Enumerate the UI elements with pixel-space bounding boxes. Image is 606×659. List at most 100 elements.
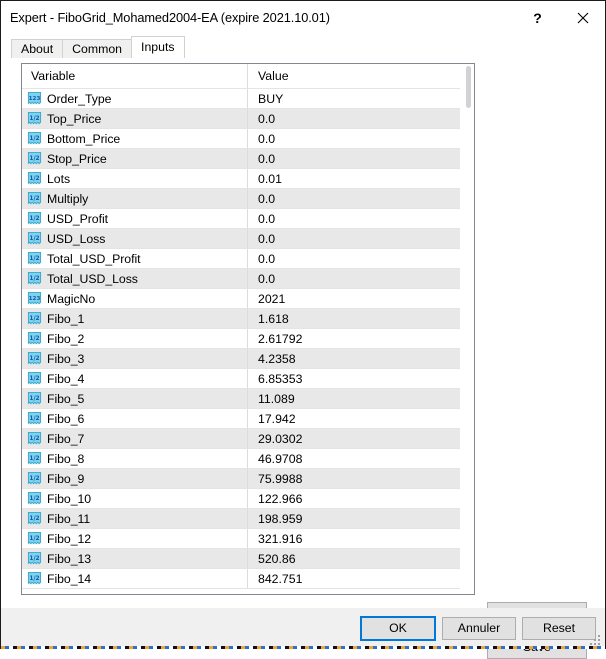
value-cell[interactable]: 198.959 <box>247 509 462 528</box>
value-text: 46.9708 <box>258 452 302 466</box>
variable-cell: 1/2Stop_Price <box>22 149 247 168</box>
svg-text:1/2: 1/2 <box>29 256 39 262</box>
value-cell[interactable]: 0.0 <box>247 129 462 148</box>
table-row[interactable]: 1/2 Multiply 0.0 <box>22 189 462 209</box>
scrollbar-thumb[interactable] <box>466 66 471 108</box>
table-row[interactable]: 1/2Fibo_12321.916 <box>22 529 462 549</box>
svg-text:1/2: 1/2 <box>29 536 39 542</box>
tab-strip: About Common Inputs <box>1 34 605 58</box>
table-row[interactable]: 1/2Fibo_11198.959 <box>22 509 462 529</box>
integer-type-icon: 123 <box>27 291 42 306</box>
table-row[interactable]: 1/2Fibo_846.9708 <box>22 449 462 469</box>
grip-dot <box>594 643 596 645</box>
table-row[interactable]: 123MagicNo2021 <box>22 289 462 309</box>
value-cell[interactable]: 2021 <box>247 289 462 308</box>
variable-cell: 1/2Fibo_2 <box>22 329 247 348</box>
table-vertical-scrollbar[interactable] <box>460 64 474 594</box>
table-row[interactable]: 1/2Fibo_22.61792 <box>22 329 462 349</box>
tab-common[interactable]: Common <box>62 39 132 58</box>
table-row[interactable]: 1/2Fibo_13520.86 <box>22 549 462 569</box>
value-cell[interactable]: 0.0 <box>247 269 462 288</box>
value-cell[interactable]: 11.089 <box>247 389 462 408</box>
value-cell[interactable]: 46.9708 <box>247 449 462 468</box>
cancel-button[interactable]: Annuler <box>442 617 516 640</box>
help-icon[interactable]: ? <box>515 1 560 34</box>
tab-about[interactable]: About <box>11 39 63 58</box>
table-row[interactable]: 1/2Total_USD_Loss0.0 <box>22 269 462 289</box>
value-cell[interactable]: 6.85353 <box>247 369 462 388</box>
reset-button[interactable]: Reset <box>522 617 596 640</box>
table-row[interactable]: 1/2Lots 0.01 <box>22 169 462 189</box>
svg-text:1/2: 1/2 <box>29 396 39 402</box>
value-cell[interactable]: 1.618 <box>247 309 462 328</box>
table-row[interactable]: 1/2Fibo_511.089 <box>22 389 462 409</box>
table-row[interactable]: 1/2Fibo_14842.751 <box>22 569 462 589</box>
caption-buttons: ? <box>515 1 605 34</box>
table-row[interactable]: 1/2Top_Price0.0 <box>22 109 462 129</box>
double-type-icon: 1/2 <box>27 431 42 446</box>
table-row[interactable]: 1/2Total_USD_Profit0.0 <box>22 249 462 269</box>
variable-name: Fibo_14 <box>47 572 91 586</box>
table-row[interactable]: 1/2Fibo_46.85353 <box>22 369 462 389</box>
table-row[interactable]: 1/2USD_Profit0.0 <box>22 209 462 229</box>
value-cell[interactable]: 0.0 <box>247 149 462 168</box>
value-cell[interactable]: 0.0 <box>247 109 462 128</box>
value-text: 29.0302 <box>258 432 302 446</box>
value-cell[interactable]: 0.0 <box>247 229 462 248</box>
value-cell[interactable]: 4.2358 <box>247 349 462 368</box>
table-row[interactable]: 1/2 Fibo_1 1.618 <box>22 309 462 329</box>
table-row[interactable]: 1/2Fibo_975.9988 <box>22 469 462 489</box>
double-type-icon: 1/2 <box>27 191 42 206</box>
value-text: 4.2358 <box>258 352 296 366</box>
table-row[interactable]: 1/2Fibo_729.0302 <box>22 429 462 449</box>
value-text: 0.0 <box>258 192 275 206</box>
table-row[interactable]: 1/2Fibo_617.942 <box>22 409 462 429</box>
double-type-icon: 1/2 <box>27 451 42 466</box>
value-text: 0.0 <box>258 232 275 246</box>
svg-text:1/2: 1/2 <box>29 456 39 462</box>
value-cell[interactable]: 17.942 <box>247 409 462 428</box>
table-header-row: Variable Value <box>22 64 462 89</box>
table-row[interactable]: 1/2Fibo_34.2358 <box>22 349 462 369</box>
variable-cell: 1/2USD_Profit <box>22 209 247 228</box>
variable-name: USD_Loss <box>47 232 105 246</box>
double-type-icon: 1/2 <box>27 351 42 366</box>
grip-dot <box>594 639 596 641</box>
variable-name: Fibo_1 <box>47 312 84 326</box>
variable-cell: 1/2Fibo_13 <box>22 549 247 568</box>
value-cell[interactable]: 0.0 <box>247 189 462 208</box>
variable-cell: 1/2Lots <box>22 169 247 188</box>
table-row[interactable]: 1/2USD_Loss0.0 <box>22 229 462 249</box>
value-cell[interactable]: 75.9988 <box>247 469 462 488</box>
variable-cell: 1/2 Fibo_1 <box>22 309 247 328</box>
value-cell[interactable]: 321.916 <box>247 529 462 548</box>
variable-cell: 1/2Fibo_9 <box>22 469 247 488</box>
table-row[interactable]: 123Order_TypeBUY <box>22 89 462 109</box>
table-row[interactable]: 1/2Stop_Price0.0 <box>22 149 462 169</box>
svg-text:1/2: 1/2 <box>29 216 39 222</box>
value-cell[interactable]: 29.0302 <box>247 429 462 448</box>
inputs-table[interactable]: Variable Value 123Order_TypeBUY1/2Top_Pr… <box>21 63 475 595</box>
value-cell[interactable]: 122.966 <box>247 489 462 508</box>
variable-name: Fibo_9 <box>47 472 84 486</box>
table-row[interactable]: 1/2Bottom_Price0.0 <box>22 129 462 149</box>
value-cell[interactable]: 0.01 <box>247 169 462 188</box>
variable-cell: 123MagicNo <box>22 289 247 308</box>
variable-cell: 1/2Fibo_10 <box>22 489 247 508</box>
value-cell[interactable]: 0.0 <box>247 249 462 268</box>
value-cell[interactable]: 520.86 <box>247 549 462 568</box>
value-text: 0.01 <box>258 172 282 186</box>
ok-button[interactable]: OK <box>361 617 435 640</box>
table-row[interactable]: 1/2Fibo_10122.966 <box>22 489 462 509</box>
value-cell[interactable]: BUY <box>247 89 462 108</box>
value-cell[interactable]: 0.0 <box>247 209 462 228</box>
variable-cell: 1/2Fibo_11 <box>22 509 247 528</box>
tab-inputs[interactable]: Inputs <box>131 36 185 58</box>
grip-dot <box>598 635 600 637</box>
svg-text:1/2: 1/2 <box>29 316 39 322</box>
value-cell[interactable]: 842.751 <box>247 569 462 588</box>
variable-name: Multiply <box>47 192 88 206</box>
svg-text:1/2: 1/2 <box>29 156 39 162</box>
value-cell[interactable]: 2.61792 <box>247 329 462 348</box>
close-icon[interactable] <box>560 1 605 34</box>
